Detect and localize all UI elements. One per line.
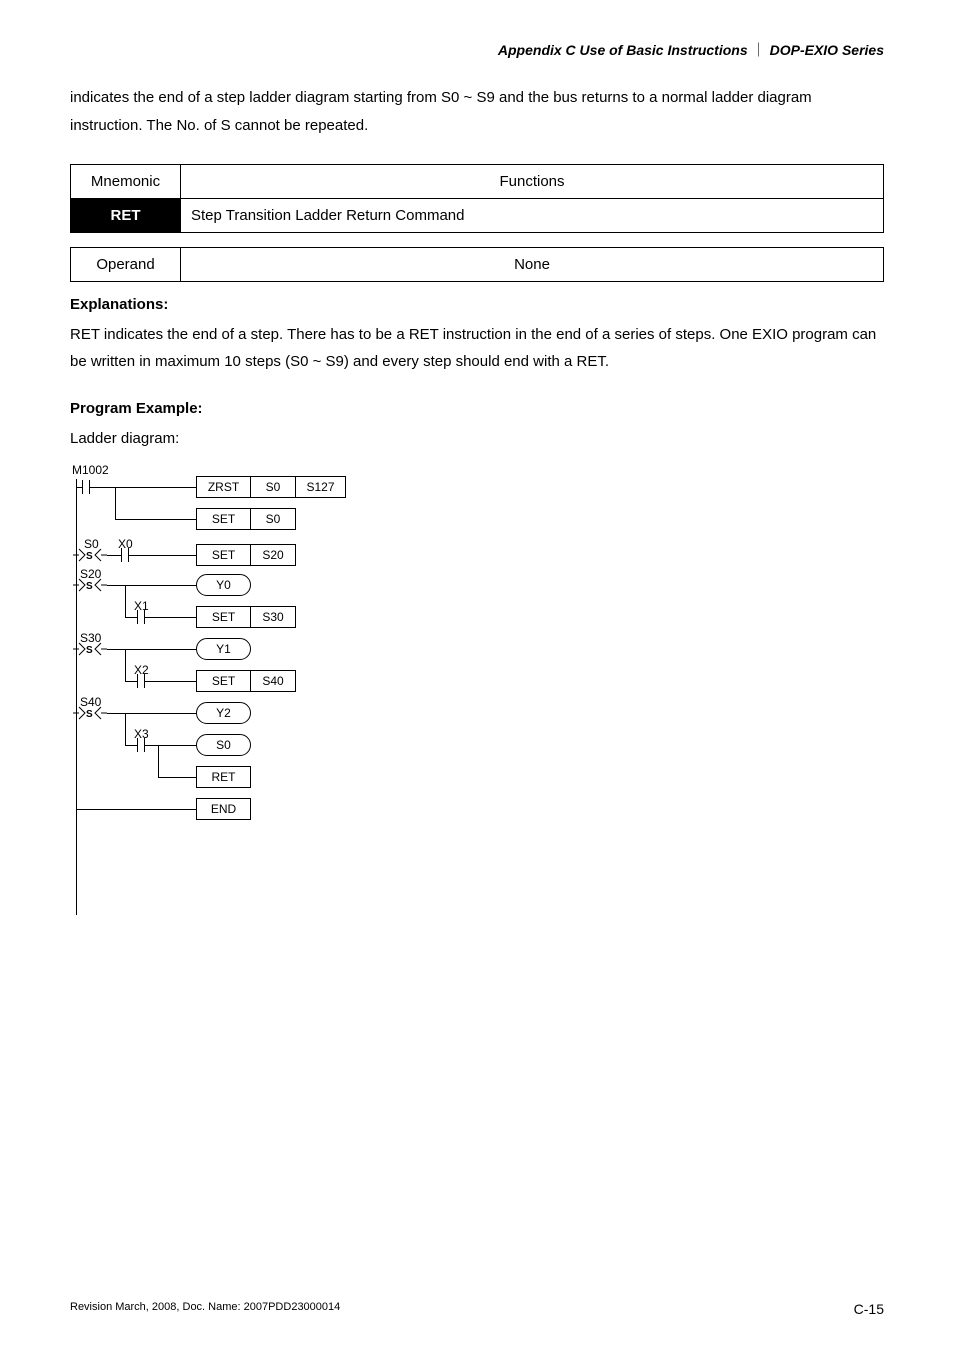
ret-description: Step Transition Ladder Return Command [181, 198, 884, 232]
x3-contact [131, 738, 151, 752]
s0-coil: S0 [196, 734, 251, 756]
x1-contact [131, 610, 151, 624]
set-box-4: SET [196, 670, 251, 692]
s20-step-marker: S [73, 577, 107, 593]
s127-box: S127 [296, 476, 346, 498]
wire [76, 809, 196, 810]
wire [125, 681, 131, 682]
x0-contact [115, 548, 135, 562]
wire [115, 519, 196, 520]
header-appendix: Appendix C Use of Basic Instructions [498, 42, 748, 58]
zrst-box: ZRST [196, 476, 251, 498]
bus-line [76, 479, 77, 915]
set-box-1: SET [196, 508, 251, 530]
footer-revision: Revision March, 2008, Doc. Name: 2007PDD… [70, 1301, 340, 1317]
wire [107, 585, 196, 586]
page-header: Appendix C Use of Basic Instructions｜DOP… [70, 40, 884, 60]
svg-text:S: S [86, 581, 93, 592]
wire [158, 745, 159, 777]
wire [151, 681, 196, 682]
wire [125, 617, 131, 618]
s30-box: S30 [251, 606, 296, 628]
mnemonic-table: Mnemonic Functions RET Step Transition L… [70, 164, 884, 233]
s0-box: S0 [251, 476, 296, 498]
program-example-heading: Program Example: [70, 400, 884, 417]
wire [107, 555, 115, 556]
footer-page-number: C-15 [854, 1301, 884, 1317]
s20-box: S20 [251, 544, 296, 566]
svg-text:S: S [86, 645, 93, 656]
s0-box-2: S0 [251, 508, 296, 530]
explanations-heading: Explanations: [70, 296, 884, 313]
wire [135, 555, 196, 556]
y1-coil: Y1 [196, 638, 251, 660]
ladder-caption: Ladder diagram: [70, 425, 884, 453]
wire [125, 713, 126, 745]
m1002-label: M1002 [72, 463, 109, 477]
wire [107, 713, 196, 714]
ret-cell: RET [71, 198, 181, 232]
wire [125, 745, 131, 746]
set-box-3: SET [196, 606, 251, 628]
wire [115, 487, 116, 519]
s0-step-marker: S [73, 547, 107, 563]
y2-coil: Y2 [196, 702, 251, 724]
wire [125, 649, 126, 681]
wire [158, 777, 196, 778]
header-separator: ｜ [748, 42, 770, 58]
intro-text: indicates the end of a step ladder diagr… [70, 84, 884, 140]
y0-coil: Y0 [196, 574, 251, 596]
wire [107, 649, 196, 650]
mnemonic-header: Mnemonic [71, 164, 181, 198]
end-box: END [196, 798, 251, 820]
s40-step-marker: S [73, 705, 107, 721]
operand-none: None [181, 247, 884, 281]
wire [151, 617, 196, 618]
header-series: DOP-EXIO Series [770, 42, 884, 58]
explanations-text: RET indicates the end of a step. There h… [70, 321, 884, 377]
functions-header: Functions [181, 164, 884, 198]
operand-header: Operand [71, 247, 181, 281]
svg-text:S: S [86, 709, 93, 720]
x2-contact [131, 674, 151, 688]
s30-step-marker: S [73, 641, 107, 657]
s40-box: S40 [251, 670, 296, 692]
m1002-contact [76, 480, 96, 494]
ladder-diagram: M1002 ZRST S0 S127 SET S0 S0 S X0 SET S2… [70, 463, 420, 923]
svg-text:S: S [86, 551, 93, 562]
wire [125, 585, 126, 617]
wire [96, 487, 196, 488]
page-footer: Revision March, 2008, Doc. Name: 2007PDD… [70, 1301, 884, 1317]
operand-table: Operand None [70, 247, 884, 282]
ret-box: RET [196, 766, 251, 788]
set-box-2: SET [196, 544, 251, 566]
